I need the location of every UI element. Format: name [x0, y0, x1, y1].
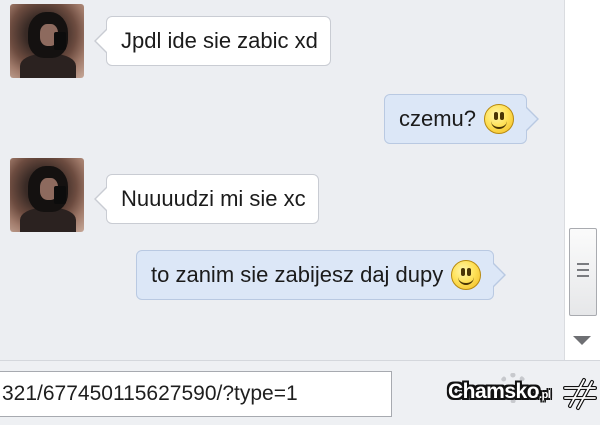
- message-bubble-outgoing: to zanim sie zabijesz daj dupy: [136, 250, 507, 300]
- avatar[interactable]: [10, 158, 84, 232]
- message-text: Jpdl ide sie zabic xd: [121, 28, 318, 53]
- smiley-icon: [484, 104, 515, 134]
- message-bubble-incoming: Jpdl ide sie zabic xd: [94, 16, 331, 66]
- chat-scrollbar[interactable]: [564, 0, 600, 360]
- message-text: Nuuuudzi mi sie xc: [121, 186, 306, 211]
- scrollbar-thumb[interactable]: [569, 228, 597, 316]
- message-text: czemu?: [399, 106, 477, 131]
- smiley-icon: [451, 260, 482, 290]
- message-text: to zanim sie zabijesz daj dupy: [151, 262, 444, 287]
- watermark-grid-icon: [563, 378, 597, 410]
- url-field[interactable]: 321/677450115627590/?type=1: [0, 371, 392, 417]
- avatar[interactable]: [10, 4, 84, 78]
- watermark-logo: Chamsko.pl: [448, 380, 551, 403]
- message-bubble-incoming: Nuuuudzi mi sie xc: [94, 174, 319, 224]
- chat-message-area: Jpdl ide sie zabic xd czemu? Nuuuudzi mi…: [0, 0, 564, 360]
- message-bubble-outgoing: czemu?: [384, 94, 540, 144]
- scroll-down-arrow-icon[interactable]: [573, 336, 591, 345]
